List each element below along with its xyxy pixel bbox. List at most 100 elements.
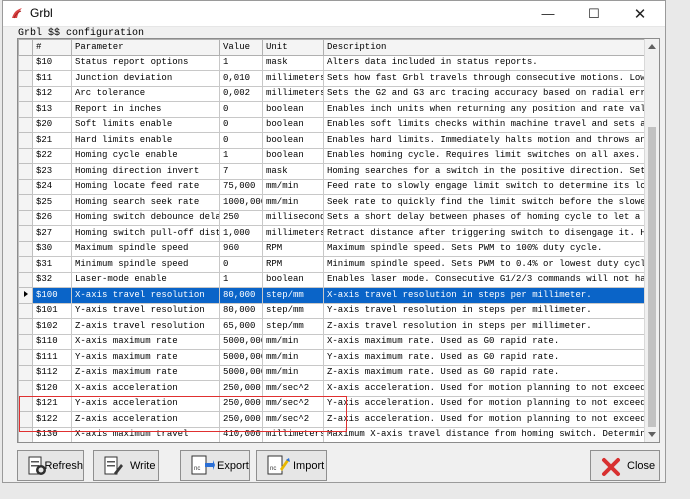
cell-parameter[interactable]: Maximum spindle speed — [71, 240, 220, 257]
cell-number[interactable]: $20 — [32, 116, 72, 133]
cell-number[interactable]: $26 — [32, 209, 72, 226]
cell-number[interactable]: $32 — [32, 271, 72, 288]
row-selector[interactable] — [18, 209, 33, 226]
cell-number[interactable]: $31 — [32, 256, 72, 273]
cell-value[interactable]: 1 — [219, 271, 263, 288]
table-row[interactable]: $131Y-axis maximum travel950,000millimet… — [19, 443, 647, 444]
cell-parameter[interactable]: Junction deviation — [71, 70, 220, 87]
row-selector[interactable] — [18, 333, 33, 350]
table-row[interactable]: $23 Homing direction invert 7 mask Homing se… — [18, 163, 647, 180]
cell-value[interactable]: 1 — [219, 54, 263, 71]
row-selector[interactable] — [18, 256, 33, 273]
col-header-number[interactable]: # — [32, 39, 72, 56]
cell-description[interactable]: Feed rate to slowly engage limit switch … — [323, 178, 647, 195]
cell-value[interactable]: 0 — [219, 101, 263, 118]
cell-description[interactable]: Maximum spindle speed. Sets PWM to 100% … — [323, 240, 647, 257]
cell-unit[interactable]: mask — [262, 163, 324, 180]
cell-parameter[interactable]: Homing switch pull-off distance — [71, 225, 220, 242]
table-row[interactable]: $120 X-axis acceleration 250,000 mm/sec^2 X-… — [18, 380, 647, 397]
cell-value[interactable]: 80,000 — [219, 287, 263, 304]
cell-value[interactable]: 7 — [219, 163, 263, 180]
row-selector[interactable] — [18, 132, 33, 149]
table-row[interactable]: $27Homing switch pull-off distance1,000m… — [18, 225, 647, 242]
cell-parameter[interactable]: Arc tolerance — [71, 85, 220, 102]
cell-unit[interactable]: boolean — [262, 147, 324, 164]
table-row[interactable]: $110 X-axis maximum rate 5000,000 mm/min X-a… — [18, 333, 647, 350]
row-selector[interactable] — [18, 85, 33, 102]
cell-value[interactable]: 0 — [219, 256, 263, 273]
cell-description[interactable]: Z-axis acceleration. Used for motion pla… — [323, 411, 647, 428]
cell-unit[interactable]: millimeters — [262, 70, 324, 87]
export-button[interactable]: nc Export — [180, 450, 250, 481]
cell-unit[interactable]: boolean — [262, 101, 324, 118]
table-row[interactable]: $12 Arc tolerance 0,002 millimeters Sets the… — [18, 85, 647, 102]
cell-value[interactable]: 250,000 — [219, 395, 263, 412]
cell-unit[interactable]: millimeters — [262, 225, 324, 242]
table-row[interactable]: $112 Z-axis maximum rate 5000,000 mm/min Z-a… — [18, 364, 647, 381]
cell-parameter[interactable]: Status report options — [71, 54, 220, 71]
cell-value[interactable]: 410,000 — [219, 426, 263, 442]
table-row[interactable]: $13 Report in inches 0 boolean Enables inch … — [18, 101, 647, 118]
cell-value[interactable]: 5000,000 — [219, 349, 263, 366]
row-selector[interactable] — [18, 318, 33, 335]
table-row[interactable]: $11 Junction deviation 0,010 millimeters Set… — [18, 70, 647, 87]
cell-parameter[interactable]: Minimum spindle speed — [71, 256, 220, 273]
cell-unit[interactable]: step/mm — [262, 302, 324, 319]
cell-number[interactable]: $122 — [32, 411, 72, 428]
row-selector[interactable] — [18, 411, 33, 428]
cell-number[interactable]: $27 — [32, 225, 72, 242]
title-bar[interactable]: Grbl — ☐ ✕ — [3, 1, 665, 27]
write-button[interactable]: Write — [93, 450, 159, 481]
cell-unit[interactable]: boolean — [262, 116, 324, 133]
cell-description[interactable]: Enables hard limits. Immediately halts m… — [323, 132, 647, 149]
cell-description[interactable]: Minimum spindle speed. Sets PWM to 0.4% … — [323, 256, 647, 273]
cell-value[interactable]: 65,000 — [219, 318, 263, 335]
col-header-value[interactable]: Value — [219, 39, 263, 56]
cell-number[interactable]: $21 — [32, 132, 72, 149]
cell-number[interactable]: $131 — [33, 443, 72, 444]
cell-value[interactable]: 5000,000 — [219, 333, 263, 350]
cell-value[interactable]: 960 — [219, 240, 263, 257]
row-selector[interactable] — [18, 240, 33, 257]
row-selector[interactable] — [18, 302, 33, 319]
cell-number[interactable]: $100 — [32, 287, 72, 304]
cell-parameter[interactable]: Z-axis acceleration — [71, 411, 220, 428]
cell-unit[interactable]: mm/min — [262, 349, 324, 366]
row-selector[interactable] — [18, 70, 33, 87]
col-header-description[interactable]: Description — [323, 39, 647, 56]
cell-parameter[interactable]: X-axis maximum travel — [71, 426, 220, 442]
cell-description[interactable]: Enables soft limits checks within machin… — [323, 116, 647, 133]
cell-value[interactable]: 950,000 — [220, 443, 263, 444]
table-row[interactable]: $30 Maximum spindle speed 960 RPM Maximum sp… — [18, 240, 647, 257]
row-selector[interactable] — [18, 163, 33, 180]
cell-number[interactable]: $12 — [32, 85, 72, 102]
maximize-button[interactable]: ☐ — [571, 1, 617, 26]
cell-description[interactable]: Z-axis maximum rate. Used as G0 rapid ra… — [323, 364, 647, 381]
cell-number[interactable]: $101 — [32, 302, 72, 319]
table-row[interactable]: $26 Homing switch debounce delay 250 millis… — [18, 209, 647, 226]
cell-number[interactable]: $10 — [32, 54, 72, 71]
refresh-button[interactable]: Refresh — [17, 450, 84, 481]
cell-description[interactable]: X-axis acceleration. Used for motion pla… — [323, 380, 647, 397]
row-selector[interactable] — [18, 380, 33, 397]
cell-value[interactable]: 80,000 — [219, 302, 263, 319]
table-row[interactable]: $102 Z-axis travel resolution 65,000 step/m… — [18, 318, 647, 335]
cell-number[interactable]: $24 — [32, 178, 72, 195]
row-selector[interactable] — [18, 426, 33, 442]
cell-description[interactable]: Sets a short delay between phases of hom… — [323, 209, 647, 226]
cell-parameter[interactable]: Y-axis maximum rate — [71, 349, 220, 366]
cell-unit[interactable]: mm/min — [262, 364, 324, 381]
cell-parameter[interactable]: Homing locate feed rate — [71, 178, 220, 195]
cell-value[interactable]: 0 — [219, 132, 263, 149]
cell-description[interactable]: Seek rate to quickly find the limit swit… — [323, 194, 647, 211]
row-selector[interactable] — [19, 443, 33, 444]
table-row[interactable]: $25 Homing search seek rate 1000,000 mm/min… — [18, 194, 647, 211]
cell-description[interactable]: Y-axis acceleration. Used for motion pla… — [323, 395, 647, 412]
cell-number[interactable]: $23 — [32, 163, 72, 180]
row-selector[interactable] — [18, 349, 33, 366]
cell-value[interactable]: 1,000 — [219, 225, 263, 242]
cell-number[interactable]: $22 — [32, 147, 72, 164]
table-row[interactable]: $22 Homing cycle enable 1 boolean Enables ho… — [18, 147, 647, 164]
cell-value[interactable]: 1 — [219, 147, 263, 164]
cell-description[interactable]: Retract distance after triggering switch… — [323, 225, 647, 242]
